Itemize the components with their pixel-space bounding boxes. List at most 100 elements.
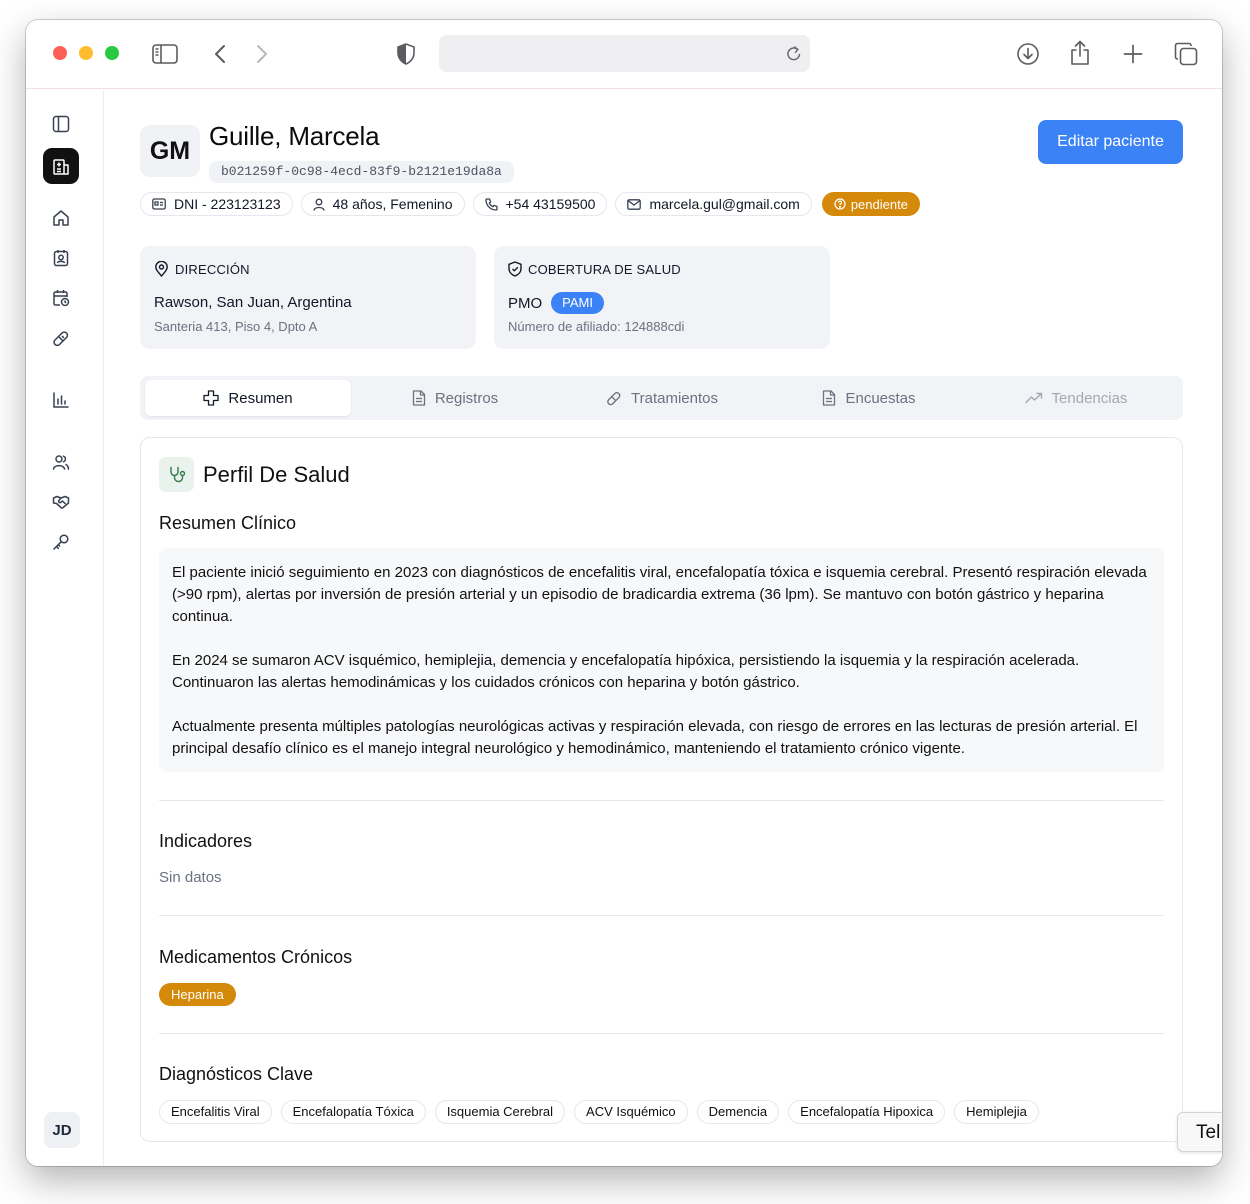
key-diagnoses-title: Diagnósticos Clave: [159, 1064, 314, 1084]
hospital-icon: [53, 159, 69, 175]
patient-avatar: GM: [140, 125, 200, 177]
phone-chip: +54 43159500: [472, 192, 608, 216]
address-card: DIRECCIÓN Rawson, San Juan, Argentina Sa…: [140, 246, 476, 349]
section-divider: [159, 915, 1164, 916]
section-divider: [159, 1033, 1164, 1034]
edit-patient-button[interactable]: Editar paciente: [1038, 120, 1183, 164]
coverage-header: COBERTURA DE SALUD: [528, 261, 681, 277]
sidebar-item-partners[interactable]: [45, 486, 77, 518]
handshake-icon: [52, 495, 70, 509]
sidebar-item-analytics[interactable]: [45, 384, 77, 416]
maximize-window-button[interactable]: [105, 46, 119, 60]
calendar-clock-icon: [53, 290, 70, 307]
reload-icon[interactable]: [786, 45, 802, 67]
health-profile-panel: Perfil De Salud Resumen Clínico El pacie…: [140, 437, 1183, 1142]
user-avatar[interactable]: JD: [44, 1112, 80, 1148]
medication-badge: Heparina: [159, 983, 236, 1006]
tab-resumen[interactable]: Resumen: [145, 380, 351, 416]
diagnosis-chip: ACV Isquémico: [574, 1100, 688, 1124]
dni-chip: DNI - 223123123: [140, 192, 293, 216]
dni-text: DNI - 223123123: [174, 196, 281, 212]
email-text: marcela.gul@gmail.com: [649, 196, 800, 212]
address-bar[interactable]: [439, 35, 810, 72]
status-text: pendiente: [850, 196, 908, 212]
sidebar-item-home[interactable]: [45, 202, 77, 234]
address-header: DIRECCIÓN: [175, 261, 250, 277]
affiliate-number: Número de afiliado: 124888cdi: [508, 319, 685, 334]
browser-window: JD GM Guille, Marcela b021259f-0c98-4ecd…: [26, 20, 1222, 1166]
key-icon: [53, 534, 69, 550]
tab-tendencias[interactable]: Tendencias: [973, 380, 1179, 416]
sidebar-item-users[interactable]: [45, 446, 77, 478]
sidebar-item-treatments[interactable]: [45, 322, 77, 354]
patient-tabs: Resumen Registros Tratamientos Encuestas…: [140, 376, 1183, 420]
diagnosis-chip: Encefalopatía Hipoxica: [788, 1100, 946, 1124]
summary-paragraph: El paciente inició seguimiento en 2023 c…: [172, 564, 1147, 625]
sidebar-item-access[interactable]: [45, 526, 77, 558]
tab-label: Encuestas: [845, 389, 916, 407]
person-icon: [312, 198, 325, 211]
clinical-summary: El paciente inició seguimiento en 2023 c…: [159, 548, 1164, 772]
sidebar-item-patients[interactable]: [45, 242, 77, 274]
sidebar-toggle-icon[interactable]: [150, 40, 180, 68]
diagnosis-chip: Isquemia Cerebral: [434, 1100, 566, 1124]
pill-icon: [607, 392, 621, 406]
address-line-2: Santeria 413, Piso 4, Dpto A: [154, 319, 318, 334]
map-pin-icon: [155, 261, 168, 277]
new-tab-icon[interactable]: [1120, 40, 1146, 68]
patient-info-chips: DNI - 223123123 48 años, Femenino +54 43…: [140, 192, 920, 216]
patient-id-badge: b021259f-0c98-4ecd-83f9-b2121e19da8a: [209, 161, 514, 183]
age-sex-chip: 48 años, Femenino: [300, 192, 465, 216]
phone-text: +54 43159500: [505, 196, 596, 212]
document-icon: [412, 390, 425, 406]
diagnosis-chip: Encefalitis Viral: [159, 1100, 272, 1124]
app-sidebar: JD: [26, 90, 104, 1166]
tab-overview-icon[interactable]: [1172, 40, 1200, 68]
section-divider: [159, 800, 1164, 801]
share-icon[interactable]: [1066, 38, 1094, 68]
diagnosis-chip: Demencia: [696, 1100, 780, 1124]
status-badge: pendiente: [821, 192, 920, 216]
forward-arrow-icon[interactable]: [250, 40, 274, 68]
tab-label: Resumen: [228, 389, 293, 407]
diagnoses-list: Encefalitis Viral Encefalopatía Tóxica I…: [159, 1100, 1039, 1124]
sidebar-item-hospital[interactable]: [43, 148, 79, 184]
email-chip: marcela.gul@gmail.com: [615, 192, 812, 216]
privacy-shield-icon[interactable]: [394, 41, 418, 67]
id-card-icon: [152, 198, 166, 210]
close-window-button[interactable]: [53, 46, 67, 60]
download-icon[interactable]: [1014, 40, 1042, 68]
address-line-1: Rawson, San Juan, Argentina: [154, 294, 352, 311]
coverage-card: COBERTURA DE SALUD PMO PAMI Número de af…: [494, 246, 830, 349]
plus-cross-icon: [203, 390, 220, 406]
sidebar-item-calendar[interactable]: [45, 282, 77, 314]
tab-registros[interactable]: Registros: [352, 380, 558, 416]
browser-toolbar: [26, 20, 1222, 89]
diagnosis-chip: Encefalopatía Tóxica: [280, 1100, 426, 1124]
panel-toggle-icon[interactable]: [45, 108, 77, 140]
home-icon: [53, 210, 69, 226]
trending-up-icon: [1024, 392, 1042, 404]
help-circle-icon: [834, 198, 846, 210]
back-arrow-icon[interactable]: [208, 40, 232, 68]
tab-label: Registros: [434, 389, 499, 407]
bar-chart-icon: [53, 392, 69, 408]
summary-paragraph: En 2024 se sumaron ACV isquémico, hemipl…: [172, 652, 1080, 691]
chronic-meds-title: Medicamentos Crónicos: [159, 947, 353, 967]
indicators-empty: Sin datos: [159, 869, 222, 886]
tab-encuestas[interactable]: Encuestas: [766, 380, 972, 416]
shield-check-icon: [508, 261, 522, 277]
minimize-window-button[interactable]: [79, 46, 93, 60]
summary-paragraph: Actualmente presenta múltiples patología…: [172, 718, 1138, 757]
users-icon: [52, 455, 70, 470]
clinical-summary-title: Resumen Clínico: [159, 513, 297, 533]
provider-badge: PAMI: [551, 292, 604, 314]
indicators-title: Indicadores: [159, 831, 253, 851]
mail-icon: [627, 198, 642, 210]
floating-tel-button[interactable]: Tel: [1177, 1112, 1222, 1152]
document-icon: [823, 390, 836, 406]
patient-name: Guille, Marcela: [209, 121, 380, 151]
coverage-plan: PMO: [508, 294, 543, 312]
tab-tratamientos[interactable]: Tratamientos: [559, 380, 765, 416]
pill-icon: [53, 331, 69, 347]
